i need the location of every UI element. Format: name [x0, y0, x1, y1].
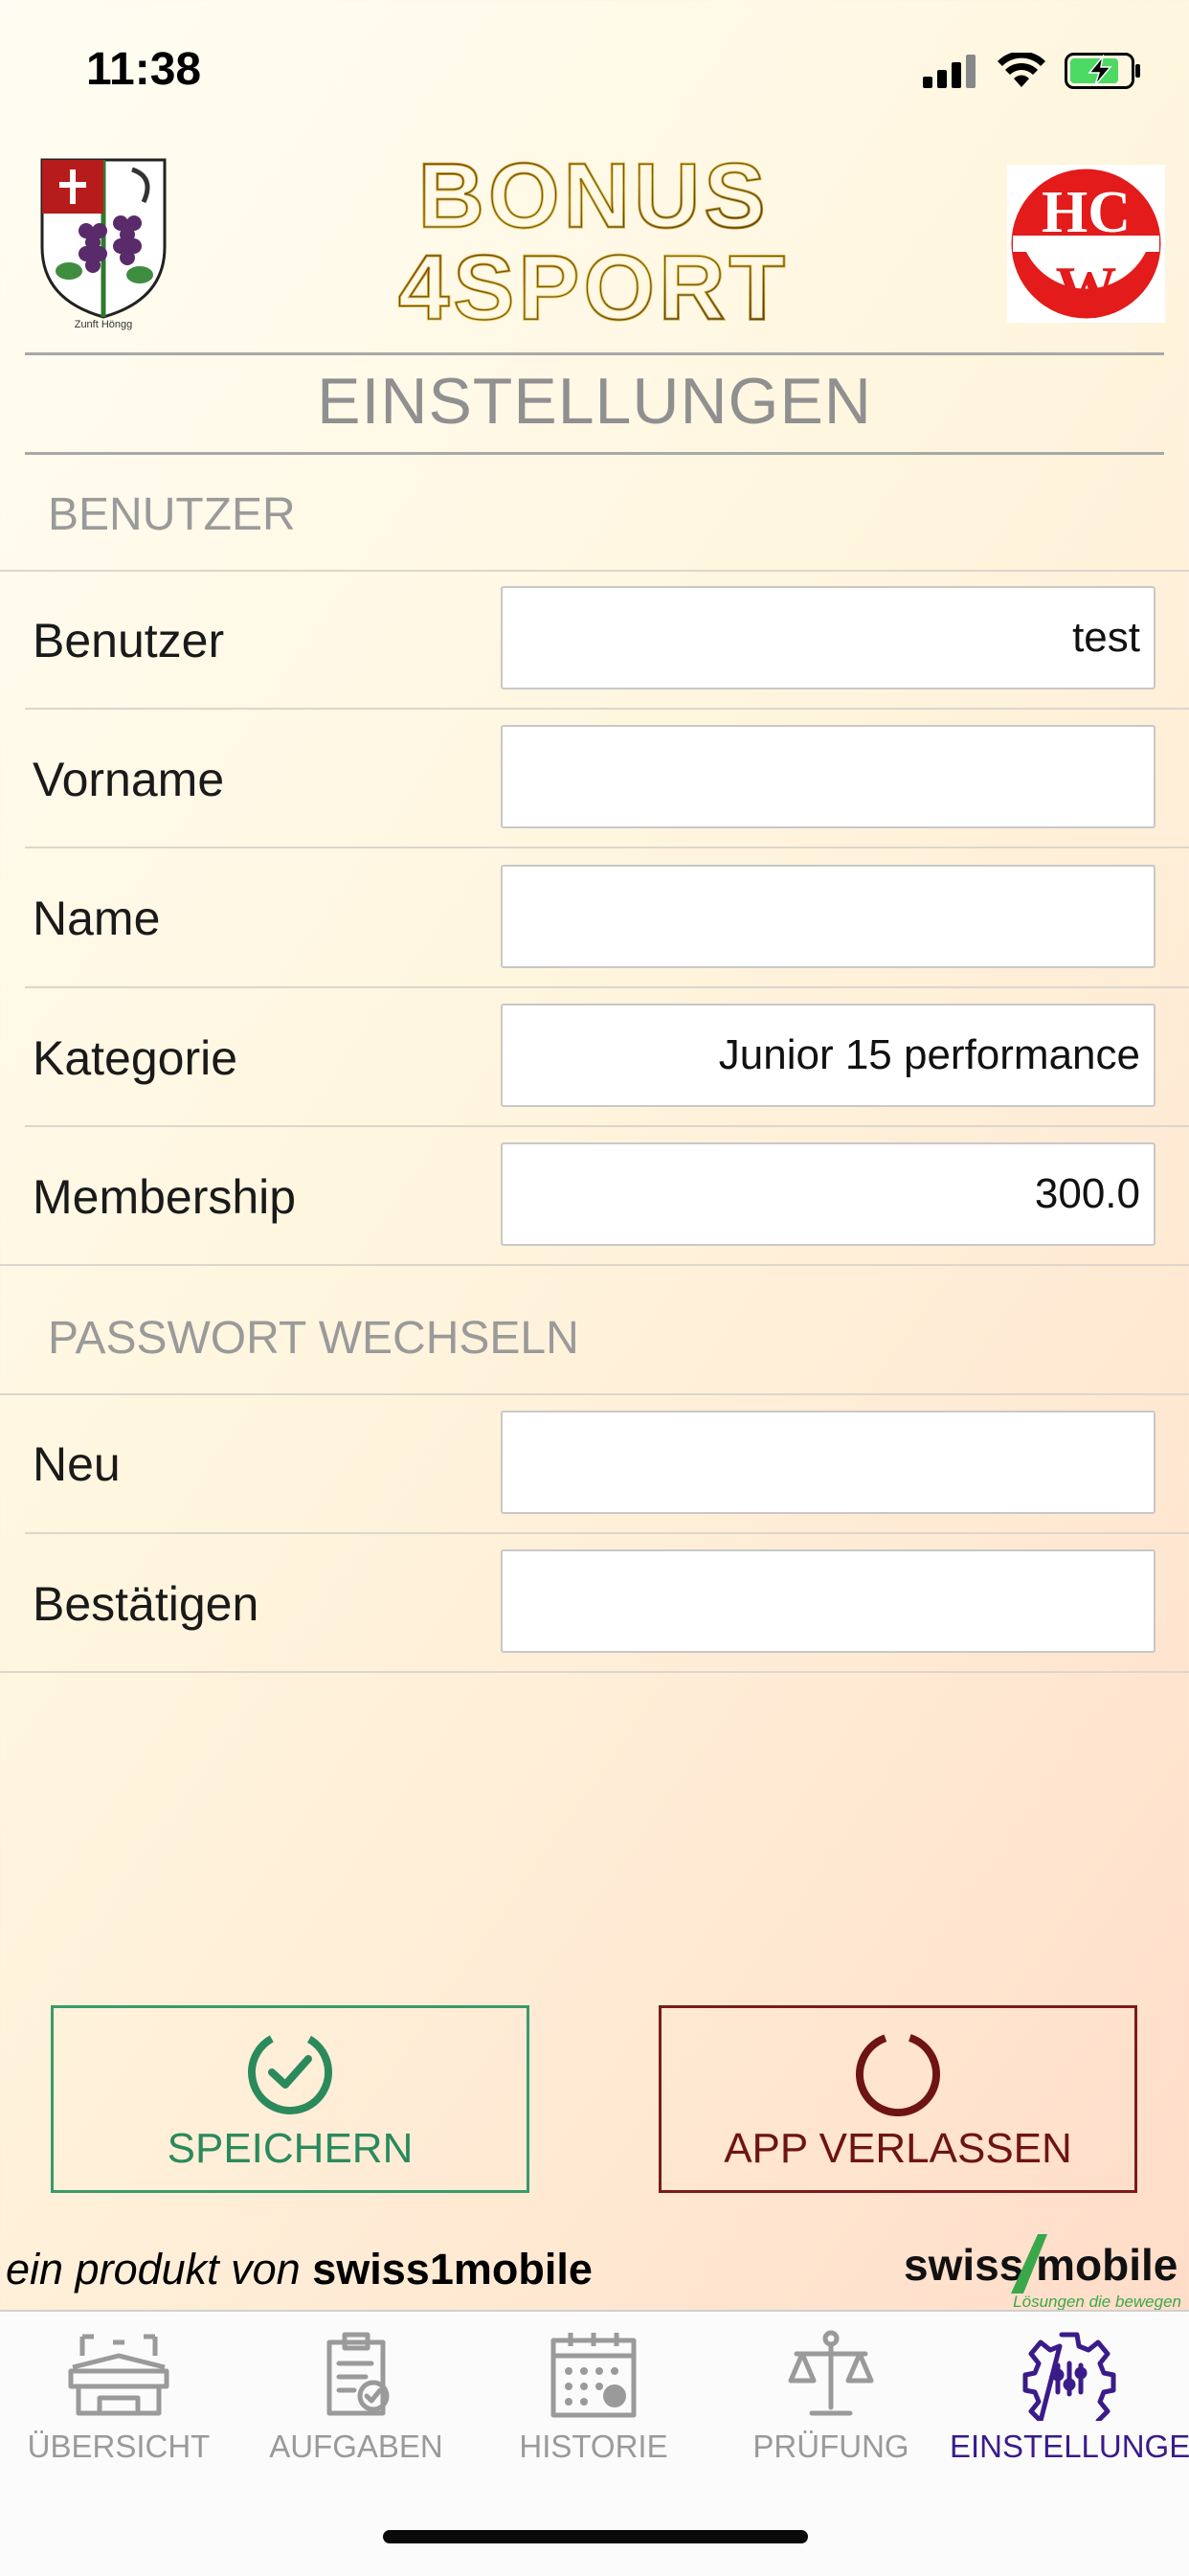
membership-field[interactable]	[501, 1142, 1155, 1246]
cellular-signal-icon	[923, 55, 976, 88]
row-label-vorname: Vorname	[33, 753, 225, 806]
status-icons	[923, 50, 1141, 92]
check-circle-icon	[248, 2030, 332, 2114]
divider	[25, 708, 1189, 710]
scale-icon	[788, 2330, 874, 2416]
footer-company: swiss1mobile	[312, 2245, 593, 2294]
tab-label: AUFGABEN	[269, 2429, 443, 2464]
svg-text:W: W	[1056, 254, 1117, 322]
svg-text:4SPORT: 4SPORT	[398, 237, 789, 330]
tab-aufgaben[interactable]: AUFGABEN	[237, 2312, 475, 2503]
footer-prefix: ein produkt von	[6, 2245, 301, 2294]
guild-crest-logo: Zunft Höngg	[36, 156, 170, 334]
divider	[25, 1532, 1189, 1534]
row-label-benutzer: Benutzer	[33, 614, 225, 667]
section-header-user: BENUTZER	[48, 489, 296, 540]
club-logo: HC W	[1007, 165, 1165, 323]
divider	[0, 1671, 1189, 1673]
tab-label: PRÜFUNG	[752, 2429, 909, 2464]
tab-pruefung[interactable]: PRÜFUNG	[712, 2312, 950, 2503]
save-button-label: SPEICHERN	[167, 2125, 414, 2172]
battery-charging-icon	[1065, 53, 1140, 89]
wifi-icon	[998, 53, 1045, 87]
last-name-field[interactable]	[501, 865, 1155, 968]
quit-app-button[interactable]: APP VERLASSEN	[659, 2005, 1137, 2193]
divider	[0, 1393, 1189, 1395]
tab-historie[interactable]: HISTORIE	[475, 2312, 712, 2503]
clipboard-icon	[326, 2332, 390, 2416]
quit-button-label: APP VERLASSEN	[724, 2125, 1072, 2172]
row-label-kategorie: Kategorie	[33, 1031, 238, 1085]
swiss1mobile-logo: swiss mobile Lösungen die bewegen	[904, 2226, 1183, 2313]
footer-credit: ein produkt von swiss1mobile	[6, 2245, 593, 2294]
save-button[interactable]: SPEICHERN	[51, 2005, 529, 2193]
title-rule-top	[25, 352, 1164, 355]
calendar-icon	[550, 2333, 637, 2418]
tab-label: EINSTELLUNGEN	[950, 2429, 1189, 2464]
title-rule-bottom	[25, 452, 1164, 455]
tab-label: HISTORIE	[519, 2429, 668, 2464]
row-label-bestaetigen: Bestätigen	[33, 1577, 259, 1631]
crest-caption: Zunft Höngg	[74, 319, 133, 330]
category-field[interactable]	[501, 1004, 1155, 1107]
status-time: 11:38	[86, 44, 202, 95]
divider	[25, 847, 1189, 848]
divider	[0, 1264, 1189, 1266]
tab-uebersicht[interactable]: ÜBERSICHT	[0, 2312, 237, 2503]
stadium-icon	[68, 2334, 169, 2416]
page-title: EINSTELLUNGEN	[317, 365, 872, 438]
power-icon	[856, 2032, 940, 2116]
divider	[25, 986, 1189, 988]
row-label-membership: Membership	[33, 1170, 297, 1224]
settings-gear-icon	[1022, 2332, 1116, 2421]
tab-einstellungen[interactable]: EINSTELLUNGEN	[950, 2312, 1189, 2503]
bonus4sport-logo: BONUS BONUS 4SPORT 4SPORT	[388, 144, 799, 341]
svg-text:BONUS: BONUS	[418, 148, 770, 247]
svg-text:HC: HC	[1042, 180, 1131, 245]
home-indicator[interactable]	[383, 2530, 808, 2543]
tab-label: ÜBERSICHT	[27, 2429, 211, 2464]
first-name-field[interactable]	[501, 725, 1155, 828]
row-label-name: Name	[33, 892, 161, 945]
username-field[interactable]	[501, 586, 1155, 689]
new-password-field[interactable]	[501, 1411, 1155, 1514]
divider	[25, 1125, 1189, 1127]
s1m-logo-tagline: Lösungen die bewegen	[1013, 2293, 1181, 2311]
row-label-neu: Neu	[33, 1437, 121, 1491]
section-header-password: PASSWORT WECHSELN	[48, 1313, 579, 1364]
divider	[0, 570, 1189, 572]
confirm-password-field[interactable]	[501, 1549, 1155, 1653]
